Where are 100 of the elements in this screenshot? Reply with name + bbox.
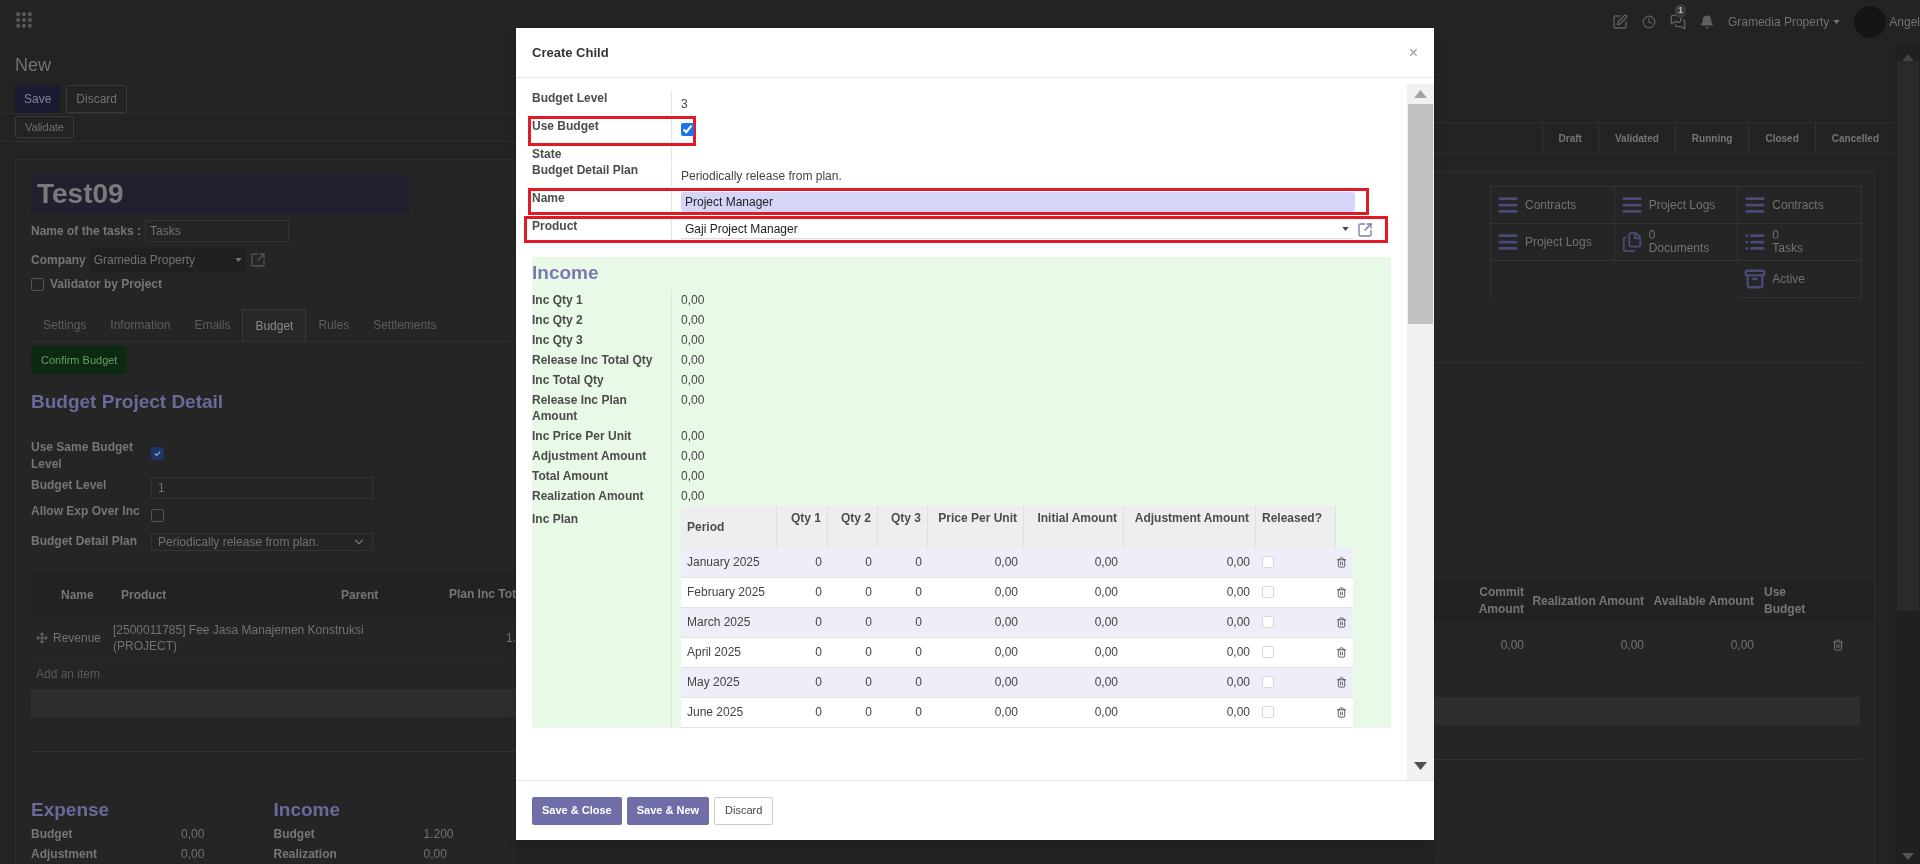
column-header: Price Per Unit bbox=[928, 505, 1024, 548]
status-stage[interactable]: Closed bbox=[1748, 123, 1815, 153]
summary-value: 0,00 bbox=[181, 826, 205, 843]
external-link-icon[interactable] bbox=[1357, 221, 1373, 238]
status-stage[interactable]: Draft bbox=[1541, 123, 1598, 153]
released-checkbox[interactable] bbox=[1262, 556, 1274, 568]
delete-icon[interactable] bbox=[1336, 586, 1347, 598]
chat-edit-icon[interactable] bbox=[1611, 14, 1628, 30]
checkbox[interactable] bbox=[31, 277, 44, 291]
plan-row[interactable]: March 2025 0 0 0 0,00 0,00 0,00 bbox=[681, 607, 1353, 638]
table-cell-text: 0,00 bbox=[1225, 584, 1251, 601]
summary-label: Budget bbox=[31, 826, 74, 843]
table-cell-text: 0 bbox=[864, 614, 873, 631]
smart-button[interactable]: Project Logs bbox=[1491, 224, 1615, 261]
user-name[interactable]: Angel bbox=[1889, 13, 1920, 31]
table-cell-text: 0,00 bbox=[1225, 554, 1251, 571]
smart-button[interactable]: Project Logs bbox=[1614, 187, 1739, 224]
field-label: Budget Level bbox=[31, 476, 108, 494]
table-cell-text: 0,00 bbox=[1093, 614, 1119, 631]
plan-row[interactable]: April 2025 0 0 0 0,00 0,00 0,00 bbox=[681, 637, 1353, 668]
plan-row[interactable]: February 2025 0 0 0 0,00 0,00 0,00 bbox=[681, 577, 1353, 608]
checkbox[interactable] bbox=[151, 508, 164, 522]
close-button[interactable]: × bbox=[1408, 40, 1418, 65]
delete-icon[interactable] bbox=[1832, 639, 1844, 651]
company-select[interactable]: Gramedia Property bbox=[89, 248, 246, 272]
status-stage[interactable]: Running bbox=[1674, 123, 1749, 153]
apps-menu-icon[interactable] bbox=[14, 9, 34, 30]
tab[interactable]: Information bbox=[98, 309, 183, 341]
field-label: Release Inc Plan Amount bbox=[532, 389, 672, 426]
plan-row[interactable]: June 2025 0 0 0 0,00 0,00 0,00 bbox=[681, 697, 1353, 728]
company-switcher[interactable]: Gramedia Property bbox=[1727, 13, 1841, 31]
checkbox[interactable] bbox=[151, 446, 164, 460]
discard-button[interactable]: Discard bbox=[66, 84, 128, 113]
table-cell-text: 0,00 bbox=[993, 584, 1019, 601]
use-budget-checkbox[interactable] bbox=[681, 123, 694, 136]
clock-icon[interactable] bbox=[1641, 15, 1656, 29]
tab[interactable]: Emails bbox=[182, 309, 243, 341]
released-checkbox[interactable] bbox=[1262, 676, 1274, 688]
field-label: Inc Qty 3 bbox=[532, 329, 672, 350]
field-value: 0,00 bbox=[680, 351, 705, 369]
validate-button[interactable]: Validate bbox=[15, 116, 74, 139]
status-stage[interactable]: Validated bbox=[1597, 123, 1675, 153]
name-input[interactable]: Project Manager bbox=[681, 191, 1355, 212]
product-select[interactable]: Gaji Project Manager bbox=[681, 220, 1353, 239]
plan-row[interactable]: January 2025 0 0 0 0,00 0,00 0,00 bbox=[681, 547, 1353, 578]
table-cell-text: 0,00 bbox=[1225, 704, 1251, 721]
notification-icon[interactable] bbox=[1699, 15, 1714, 29]
budget-level-input[interactable]: 1 bbox=[151, 476, 373, 499]
smart-button[interactable]: Active bbox=[1738, 261, 1862, 298]
released-checkbox[interactable] bbox=[1262, 586, 1274, 598]
external-link-icon[interactable] bbox=[249, 252, 266, 268]
field-value: 0,00 bbox=[680, 291, 705, 309]
delete-icon[interactable] bbox=[1336, 616, 1347, 628]
smart-button[interactable]: 0 Tasks bbox=[1738, 224, 1862, 261]
column-header: Initial Amount bbox=[1024, 505, 1124, 548]
column-header: Parent bbox=[340, 586, 380, 604]
field-value: 0,00 bbox=[680, 371, 705, 389]
title-field[interactable]: Test09 bbox=[31, 174, 409, 214]
save-button[interactable]: Save & Close bbox=[532, 796, 622, 825]
save-button[interactable]: Save bbox=[15, 84, 61, 113]
field-value: 0,00 bbox=[680, 467, 705, 485]
tab[interactable]: Budget bbox=[242, 309, 307, 341]
table-cell-text: 0 bbox=[914, 584, 923, 601]
confirm-budget-button[interactable]: Confirm Budget bbox=[31, 346, 128, 374]
plan-row[interactable]: May 2025 0 0 0 0,00 0,00 0,00 bbox=[681, 667, 1353, 698]
summary-value: 0,00 bbox=[181, 846, 205, 863]
released-checkbox[interactable] bbox=[1262, 616, 1274, 628]
smart-button[interactable]: Contracts bbox=[1738, 187, 1862, 224]
plan-select[interactable]: Periodically release from plan. bbox=[151, 532, 373, 551]
documents-icon bbox=[1620, 231, 1643, 253]
chat-icon[interactable] bbox=[1669, 14, 1686, 30]
released-checkbox[interactable] bbox=[1262, 646, 1274, 658]
table-cell-text: January 2025 bbox=[686, 554, 761, 571]
scrollbar-thumb[interactable] bbox=[1896, 61, 1919, 611]
field-label: Inc Qty 2 bbox=[532, 309, 672, 330]
smart-button[interactable]: Contracts bbox=[1491, 187, 1615, 224]
scroll-up-icon[interactable] bbox=[1414, 90, 1427, 98]
delete-icon[interactable] bbox=[1336, 556, 1347, 568]
tasks-input[interactable]: Tasks bbox=[145, 220, 290, 242]
dialog-scrollbar[interactable] bbox=[1407, 84, 1434, 780]
tab[interactable]: Settings bbox=[31, 309, 99, 341]
released-checkbox[interactable] bbox=[1262, 706, 1274, 718]
column-header: Use Budget bbox=[1763, 584, 1804, 618]
tab[interactable]: Settlements bbox=[361, 309, 449, 341]
tab[interactable]: Rules bbox=[306, 309, 362, 341]
delete-icon[interactable] bbox=[1336, 646, 1347, 658]
delete-icon[interactable] bbox=[1336, 676, 1347, 688]
table-cell-text: 0,00 bbox=[993, 554, 1019, 571]
table-cell-text: 0,00 bbox=[1093, 644, 1119, 661]
save-button[interactable]: Save & New bbox=[626, 796, 710, 825]
scroll-down-icon[interactable] bbox=[1414, 762, 1427, 770]
smart-button[interactable]: 0 Documents bbox=[1614, 224, 1739, 261]
table-cell-text: 0 bbox=[864, 704, 873, 721]
discard-button[interactable]: Discard bbox=[714, 796, 774, 825]
field-value: 0,00 bbox=[680, 427, 705, 445]
scrollbar-thumb[interactable] bbox=[1408, 104, 1433, 324]
field-value: Periodically release from plan. bbox=[681, 169, 842, 183]
drag-handle-icon[interactable] bbox=[36, 632, 48, 644]
delete-icon[interactable] bbox=[1336, 706, 1347, 718]
section-title: Budget Project Detail bbox=[31, 390, 225, 414]
